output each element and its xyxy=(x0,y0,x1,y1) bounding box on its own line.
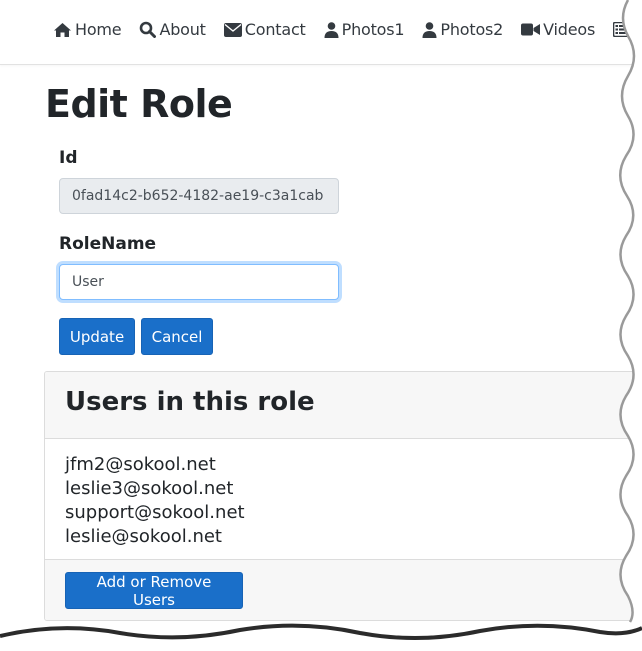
nav-about[interactable]: About xyxy=(139,20,206,39)
user-email: support@sokool.net xyxy=(65,502,245,523)
id-label: Id xyxy=(59,148,78,168)
top-navbar: Home About Contact Photos1 Photos2 Video… xyxy=(0,0,642,65)
users-in-role-card: Users in this role jfm2@sokool.net lesli… xyxy=(44,371,642,621)
card-footer: Add or Remove Users xyxy=(45,559,642,620)
nav-about-label: About xyxy=(159,20,206,39)
nav-home-label: Home xyxy=(75,20,122,39)
table-list-icon xyxy=(613,22,630,37)
rolename-field[interactable] xyxy=(59,264,339,300)
user-email: leslie@sokool.net xyxy=(65,526,222,547)
nav-contact[interactable]: Contact xyxy=(223,20,306,39)
user-email: leslie3@sokool.net xyxy=(65,478,234,499)
envelope-icon xyxy=(223,22,242,37)
nav-photos1[interactable]: Photos1 xyxy=(324,20,405,39)
id-field[interactable] xyxy=(59,178,339,214)
cancel-button[interactable]: Cancel xyxy=(141,318,213,355)
page-title: Edit Role xyxy=(45,82,233,126)
card-body: jfm2@sokool.net leslie3@sokool.net suppo… xyxy=(65,453,245,549)
card-header: Users in this role xyxy=(45,372,642,439)
nav-home[interactable]: Home xyxy=(53,20,122,39)
nav-photos2-label: Photos2 xyxy=(440,20,504,39)
update-button[interactable]: Update xyxy=(59,318,135,355)
user-email: jfm2@sokool.net xyxy=(65,454,216,475)
rolename-label: RoleName xyxy=(59,234,157,254)
nav-list: Home About Contact Photos1 Photos2 Video… xyxy=(53,20,642,39)
video-camera-icon xyxy=(521,23,541,36)
nav-samples[interactable]: Sa xyxy=(613,20,642,39)
card-title: Users in this role xyxy=(65,387,315,417)
nav-videos[interactable]: Videos xyxy=(521,20,595,39)
add-remove-users-button[interactable]: Add or Remove Users xyxy=(65,572,243,609)
nav-samples-label: Sa xyxy=(632,20,642,39)
home-icon xyxy=(54,22,71,37)
user-icon xyxy=(324,21,339,38)
nav-contact-label: Contact xyxy=(244,20,306,39)
nav-videos-label: Videos xyxy=(543,20,596,39)
nav-photos2[interactable]: Photos2 xyxy=(422,20,503,39)
user-icon xyxy=(422,21,437,38)
search-icon xyxy=(140,21,157,38)
nav-photos1-label: Photos1 xyxy=(341,20,405,39)
